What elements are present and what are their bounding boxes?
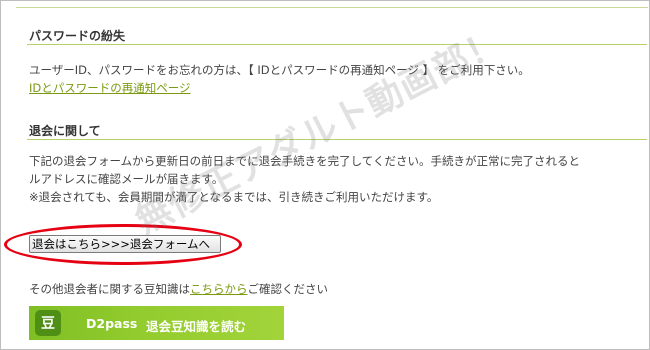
trivia-prefix: その他退会者に関する豆知識は — [29, 282, 190, 296]
withdraw-section-divider — [27, 139, 647, 140]
withdraw-section-title: 退会に関して — [29, 124, 101, 138]
password-section-divider — [27, 44, 647, 45]
password-reminder-link[interactable]: IDとパスワードの再通知ページ — [29, 80, 191, 96]
trivia-link[interactable]: こちらから — [190, 282, 248, 296]
password-section-title: パスワードの紛失 — [29, 29, 126, 43]
withdraw-text-line-1: 下記の退会フォームから更新日の前日までに退会手続きを完了してください。手続きが正… — [29, 154, 580, 168]
password-section-text: ユーザーID、パスワードをお忘れの方は、【 IDとパスワードの再通知ページ 】 … — [29, 63, 530, 77]
mame-badge-icon: 豆 — [35, 310, 61, 336]
trivia-line: その他退会者に関する豆知識はこちらからご確認ください — [29, 280, 328, 298]
withdraw-text-line-2: ルアドレスに確認メールが届きます。 — [29, 172, 224, 186]
d2pass-banner-label: 退会豆知識を読む — [146, 319, 247, 334]
withdraw-form-button[interactable]: 退会はこちら>>>退会フォームへ — [29, 235, 221, 253]
withdraw-text-line-3: ※退会されても、会員期間が満了となるまでは、引き続きご利用いただけます。 — [29, 190, 439, 204]
d2pass-brand: D2pass — [86, 316, 138, 331]
trivia-suffix: ご確認ください — [247, 282, 329, 296]
top-divider — [16, 7, 648, 8]
